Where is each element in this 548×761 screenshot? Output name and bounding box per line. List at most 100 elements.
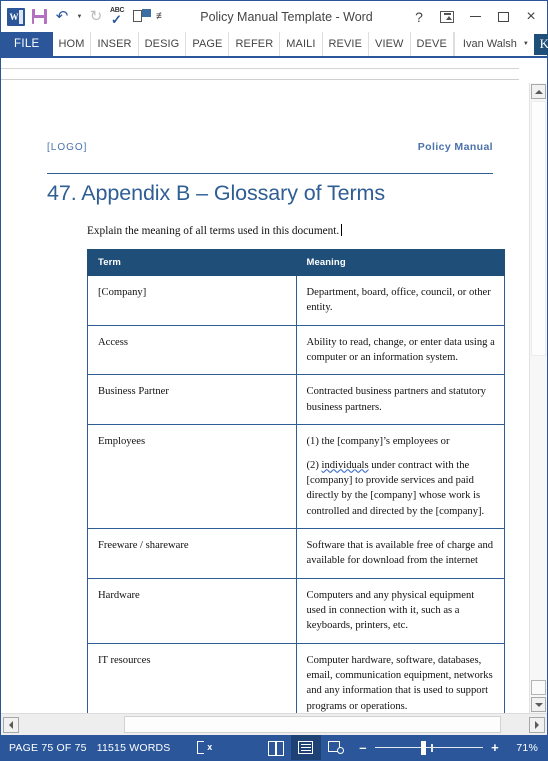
proofing-errors-icon[interactable]: x <box>196 740 213 755</box>
cell-term: Freeware / shareware <box>87 527 297 579</box>
ribbon-divider-top <box>1 68 519 69</box>
scroll-up-button[interactable] <box>531 84 546 99</box>
zoom-slider-knob[interactable] <box>421 740 427 755</box>
tab-references[interactable]: REFER <box>229 32 281 56</box>
redo-icon[interactable]: ↻ <box>85 6 107 28</box>
table-row[interactable]: [Company] Department, board, office, cou… <box>87 275 505 326</box>
vertical-scrollbar[interactable] <box>529 83 547 713</box>
table-body: [Company] Department, board, office, cou… <box>87 275 505 713</box>
tab-page-layout[interactable]: PAGE <box>186 32 230 56</box>
cell-meaning: Contracted business partners and statuto… <box>295 374 505 426</box>
ribbon-divider-bottom <box>1 79 519 80</box>
window-title: Policy Manual Template - Word <box>200 9 373 24</box>
tab-design[interactable]: DESIG <box>139 32 187 56</box>
meaning-text: Ability to read, change, or enter data u… <box>306 336 495 364</box>
tab-insert[interactable]: INSER <box>91 32 139 56</box>
intro-paragraph[interactable]: Explain the meaning of all terms used in… <box>87 224 343 237</box>
misspelled-word[interactable]: individuals <box>322 460 369 471</box>
table-header-row: Term Meaning <box>87 249 505 276</box>
cell-term: Employees <box>87 424 297 529</box>
scroll-right-button[interactable] <box>529 716 545 733</box>
cell-term: IT resources <box>87 642 297 713</box>
cell-term: [Company] <box>87 275 297 326</box>
ribbon-collapsed-strip <box>1 58 547 83</box>
view-web-layout-button[interactable] <box>321 735 351 760</box>
horizontal-scroll-thumb[interactable] <box>124 716 501 733</box>
maximize-button[interactable] <box>489 5 517 29</box>
cell-meaning: (1) the [company]’s employees or (2) ind… <box>295 424 505 529</box>
zoom-out-button[interactable]: – <box>354 740 372 755</box>
title-bar: W ↶ ▼ ↻ ABC ✓ ≢ Policy Manual Template -… <box>1 1 547 32</box>
view-print-layout-button[interactable] <box>290 735 321 760</box>
account-area[interactable]: Ivan Walsh ▼ K <box>453 32 548 56</box>
tab-view[interactable]: VIEW <box>369 32 411 56</box>
cell-meaning: Software that is available free of charg… <box>295 527 505 579</box>
save-icon[interactable] <box>28 6 50 28</box>
tab-mailings[interactable]: MAILI <box>280 32 323 56</box>
scroll-left-button[interactable] <box>3 716 19 733</box>
horizontal-scrollbar[interactable] <box>1 713 547 735</box>
tab-review[interactable]: REVIE <box>323 32 370 56</box>
meaning-text: Computer hardware, software, databases, … <box>306 654 493 712</box>
meaning-text-spellchecked: (2) individuals under contract with the … <box>306 459 485 517</box>
spelling-icon[interactable]: ABC ✓ <box>108 6 130 28</box>
cell-term: Hardware <box>87 577 297 644</box>
meaning-text: Software that is available free of charg… <box>306 539 494 567</box>
meaning-text: (1) the [company]’s employees or <box>306 436 450 448</box>
tab-file[interactable]: FILE <box>1 32 53 56</box>
cell-meaning: Computers and any physical equipment use… <box>295 577 505 644</box>
zoom-in-button[interactable]: + <box>486 740 504 755</box>
table-row[interactable]: Freeware / shareware Software that is av… <box>87 527 505 579</box>
cell-term: Access <box>87 324 297 376</box>
touch-mode-icon[interactable] <box>131 6 153 28</box>
document-area: [LOGO] Policy Manual 47. Appendix B – Gl… <box>1 83 547 713</box>
account-name: Ivan Walsh <box>462 38 517 50</box>
document-header: [LOGO] Policy Manual <box>47 83 493 153</box>
window-controls: ? × <box>405 5 545 29</box>
table-row[interactable]: Hardware Computers and any physical equi… <box>87 577 505 644</box>
zoom-level[interactable]: 71% <box>504 742 538 754</box>
vertical-scroll-thumb[interactable] <box>531 101 546 356</box>
view-read-mode-button[interactable] <box>261 735 291 760</box>
zoom-slider[interactable] <box>375 740 483 756</box>
minimize-button[interactable] <box>461 5 489 29</box>
word-app-icon[interactable]: W <box>5 6 27 28</box>
header-rule <box>47 173 493 174</box>
table-row[interactable]: Access Ability to read, change, or enter… <box>87 324 505 376</box>
page-indicator[interactable]: PAGE 75 OF 75 <box>9 742 97 754</box>
table-row[interactable]: Employees (1) the [company]’s employees … <box>87 424 505 529</box>
meaning-text: Computers and any physical equipment use… <box>306 589 475 632</box>
word-logo-letter: W <box>9 11 19 22</box>
page-title: 47. Appendix B – Glossary of Terms <box>47 181 385 205</box>
quick-access-toolbar: W ↶ ▼ ↻ ABC ✓ ≢ <box>5 6 168 28</box>
undo-icon[interactable]: ↶ <box>51 6 73 28</box>
table-row[interactable]: Business Partner Contracted business par… <box>87 374 505 426</box>
avatar[interactable]: K <box>533 33 548 55</box>
ribbon-display-options-icon[interactable] <box>433 5 461 29</box>
account-dropdown-icon[interactable]: ▼ <box>523 41 529 47</box>
cell-meaning: Ability to read, change, or enter data u… <box>295 324 505 376</box>
customize-qat-icon[interactable]: ≢ <box>154 6 168 28</box>
word-window: W ↶ ▼ ↻ ABC ✓ ≢ Policy Manual Template -… <box>0 0 548 761</box>
document-page[interactable]: [LOGO] Policy Manual 47. Appendix B – Gl… <box>1 83 529 713</box>
tab-home[interactable]: HOM <box>53 32 92 56</box>
meaning-text: Department, board, office, council, or o… <box>306 287 491 314</box>
previous-page-button[interactable] <box>531 680 546 695</box>
intro-text: Explain the meaning of all terms used in… <box>87 225 340 237</box>
tab-developer[interactable]: DEVE <box>411 32 454 56</box>
text-cursor <box>341 224 343 236</box>
scroll-down-button[interactable] <box>531 697 546 712</box>
glossary-table: Term Meaning [Company] Department, board… <box>87 249 505 713</box>
cell-meaning: Computer hardware, software, databases, … <box>295 642 505 713</box>
close-button[interactable]: × <box>517 5 545 29</box>
cell-term: Business Partner <box>87 374 297 426</box>
header-logo-placeholder: [LOGO] <box>47 142 88 153</box>
word-count[interactable]: 11515 WORDS <box>97 742 181 754</box>
horizontal-scroll-track[interactable] <box>19 716 529 733</box>
table-row[interactable]: IT resources Computer hardware, software… <box>87 642 505 713</box>
zoom-controls: – + 71% <box>354 740 547 756</box>
help-button[interactable]: ? <box>405 5 433 29</box>
undo-dropdown-icon[interactable]: ▼ <box>74 6 84 28</box>
meaning-text: Contracted business partners and statuto… <box>306 386 486 413</box>
column-header-term: Term <box>87 249 297 276</box>
